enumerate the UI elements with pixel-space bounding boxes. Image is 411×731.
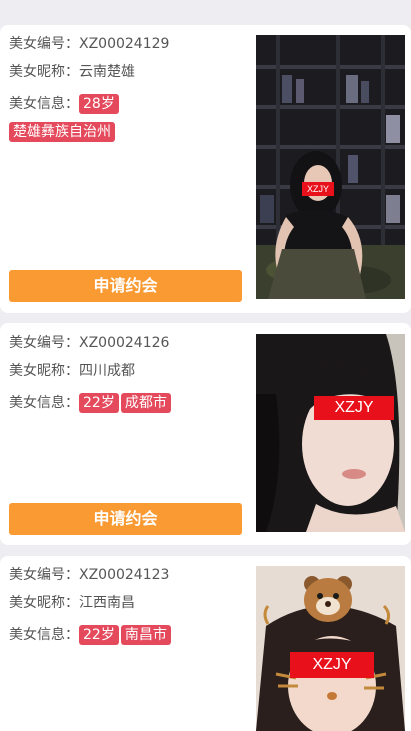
profile-photo[interactable]: XZJY (256, 566, 405, 731)
profile-card[interactable]: 美女编号：XZ00024123 美女昵称：江西南昌 美女信息：22岁南昌市 (0, 556, 411, 731)
profile-photo[interactable]: XZJY (256, 35, 405, 299)
apply-date-button[interactable]: 申请约会 (9, 270, 242, 302)
nickname-row: 美女昵称：江西南昌 (9, 592, 135, 614)
id-row: 美女编号：XZ00024129 (9, 33, 169, 55)
info-row: 美女信息： 22岁 南昌市 (9, 624, 173, 646)
profile-card[interactable]: 美女编号：XZ00024129 美女昵称：云南楚雄 美女信息： 28岁 楚雄彝族自… (0, 25, 411, 313)
id-value: XZ00024126 (79, 335, 170, 351)
nickname-label: 美女昵称： (9, 595, 79, 611)
info-label: 美女信息： (9, 96, 79, 112)
age-tag: 28岁 (79, 94, 119, 114)
nickname-row: 美女昵称：四川成都 (9, 360, 135, 382)
profile-photo[interactable]: XZJY (256, 334, 405, 532)
nickname-value: 江西南昌 (79, 595, 135, 611)
id-value: XZ00024123 (79, 567, 170, 583)
apply-date-button[interactable]: 申请约会 (9, 503, 242, 535)
id-label: 美女编号： (9, 335, 79, 351)
location-tag: 楚雄彝族自治州 (9, 121, 115, 142)
id-row: 美女编号：XZ00024126 (9, 332, 169, 354)
id-value: XZ00024129 (79, 36, 170, 52)
nickname-label: 美女昵称： (9, 363, 79, 379)
photo-image (256, 35, 405, 299)
info-label: 美女信息： (9, 627, 79, 643)
nickname-label: 美女昵称： (9, 64, 79, 80)
info-label: 美女信息： (9, 395, 79, 411)
censor-bar: XZJY (290, 652, 374, 678)
id-row: 美女编号：XZ00024123 (9, 564, 169, 586)
censor-bar: XZJY (302, 182, 334, 196)
location-tag: 南昌市 (120, 625, 171, 645)
censor-bar: XZJY (314, 396, 394, 420)
info-row: 美女信息： 22岁 成都市 (9, 392, 173, 414)
id-label: 美女编号： (9, 36, 79, 52)
nickname-value: 四川成都 (79, 363, 135, 379)
photo-image (256, 334, 405, 532)
age-tag: 22岁 (79, 625, 119, 645)
profile-list: 美女编号：XZ00024129 美女昵称：云南楚雄 美女信息： 28岁 楚雄彝族自… (0, 0, 411, 731)
info-row: 美女信息： 28岁 (9, 93, 121, 115)
location-row: 楚雄彝族自治州 (9, 121, 117, 142)
nickname-value: 云南楚雄 (79, 64, 135, 80)
nickname-row: 美女昵称：云南楚雄 (9, 61, 135, 83)
photo-image (256, 566, 405, 731)
location-tag: 成都市 (120, 393, 171, 413)
age-tag: 22岁 (79, 393, 119, 413)
id-label: 美女编号： (9, 567, 79, 583)
profile-card[interactable]: 美女编号：XZ00024126 美女昵称：四川成都 美女信息： 22岁 成都市 申请… (0, 323, 411, 545)
